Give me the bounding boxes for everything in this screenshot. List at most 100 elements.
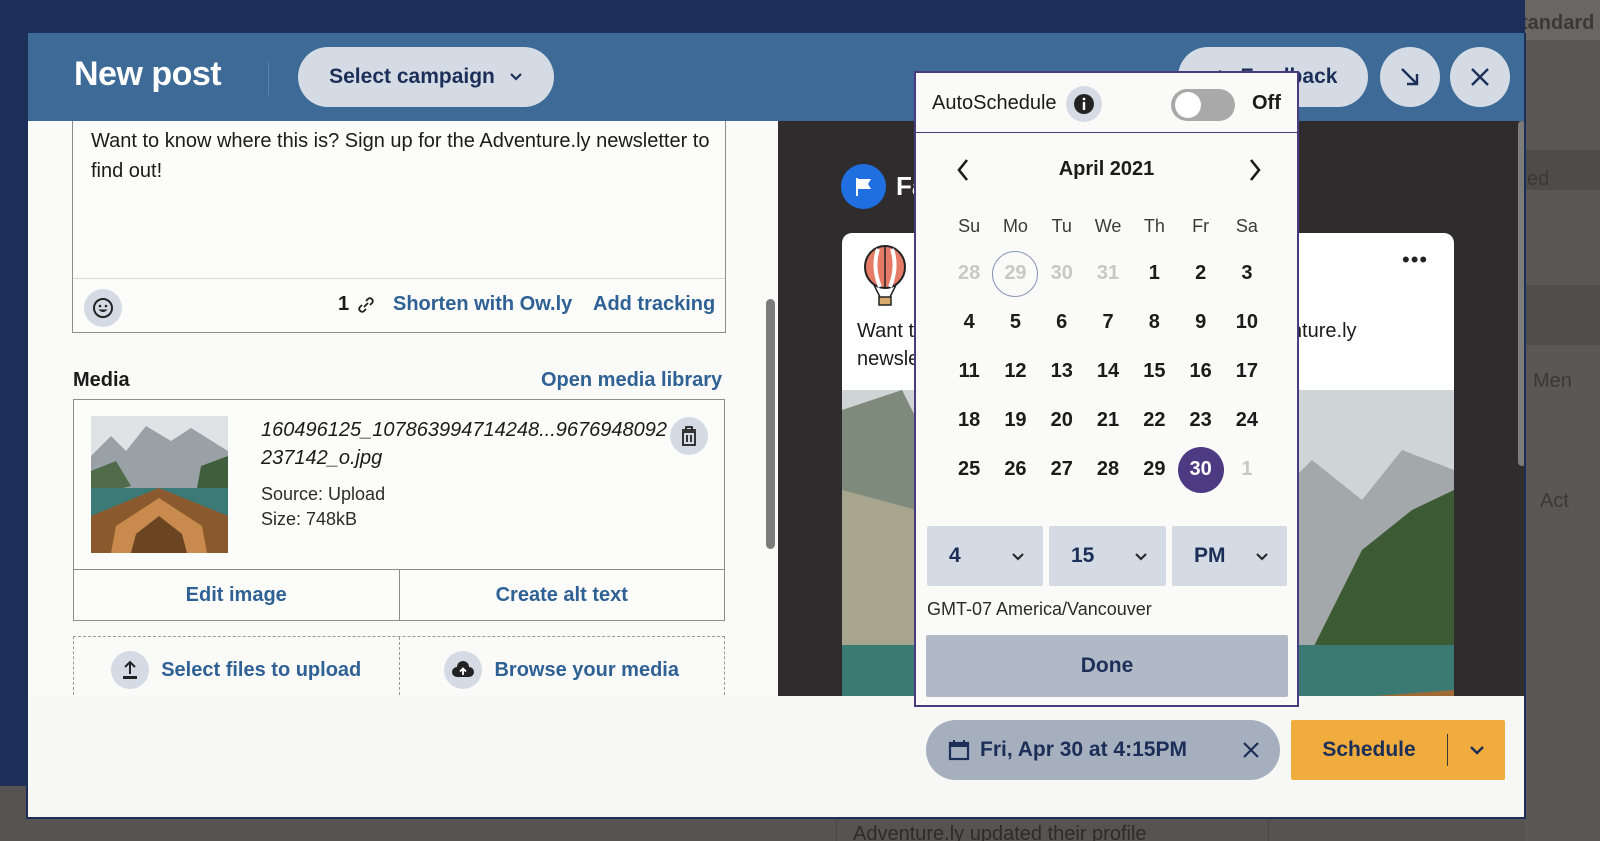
calendar-day[interactable]: 9 xyxy=(1177,298,1223,347)
minimize-button[interactable] xyxy=(1380,47,1440,107)
day-number: 5 xyxy=(1009,311,1021,333)
day-number: 24 xyxy=(1235,409,1259,431)
day-number: 29 xyxy=(1143,458,1166,480)
day-number: 29 xyxy=(1004,262,1027,284)
calendar-day[interactable]: 28 xyxy=(1085,445,1131,494)
edit-image-button[interactable]: Edit image xyxy=(74,570,399,620)
calendar-day[interactable]: 20 xyxy=(1039,396,1085,445)
background-text: Men xyxy=(1533,370,1572,392)
calendar-icon xyxy=(948,740,970,761)
calendar-day[interactable]: 1 xyxy=(1224,445,1270,494)
calendar-day[interactable]: 23 xyxy=(1177,396,1223,445)
info-icon xyxy=(1074,94,1094,114)
calendar-day-today[interactable]: 29 xyxy=(992,249,1039,298)
autoschedule-info-button[interactable] xyxy=(1066,86,1102,122)
minute-value: 15 xyxy=(1071,544,1095,567)
calendar-day[interactable]: 2 xyxy=(1177,249,1223,298)
day-number: 30 xyxy=(1189,458,1212,480)
more-options-icon[interactable]: ••• xyxy=(1402,247,1428,273)
shorten-with-owly-link[interactable]: Shorten with Ow.ly xyxy=(393,293,572,316)
background-text: ed xyxy=(1527,168,1550,190)
calendar-day[interactable]: 25 xyxy=(946,445,992,494)
calendar-day[interactable]: 17 xyxy=(1224,347,1270,396)
calendar-day[interactable]: 15 xyxy=(1131,347,1177,396)
post-text-input[interactable]: Want to know where this is? Sign up for … xyxy=(91,126,711,186)
day-number: 19 xyxy=(1004,409,1027,431)
open-media-library-link[interactable]: Open media library xyxy=(541,369,722,392)
calendar-day[interactable]: 31 xyxy=(1085,249,1131,298)
meridiem-select[interactable]: PM xyxy=(1172,526,1287,586)
media-file-name: 160496125_107863994714248...967694809223… xyxy=(261,419,667,469)
day-number: 9 xyxy=(1195,311,1207,333)
autoschedule-toggle[interactable] xyxy=(1171,89,1235,121)
link-count: 1 xyxy=(338,293,377,316)
calendar-day[interactable]: 3 xyxy=(1224,249,1270,298)
next-month-button[interactable] xyxy=(1240,155,1270,185)
weekday-label: Th xyxy=(1143,216,1165,236)
calendar-day[interactable]: 26 xyxy=(992,445,1038,494)
background-activity-text: Adventure.ly updated their profile xyxy=(853,823,1147,841)
calendar-day[interactable]: 5 xyxy=(992,298,1038,347)
close-button[interactable] xyxy=(1450,47,1510,107)
calendar-day[interactable]: 4 xyxy=(946,298,992,347)
minute-select[interactable]: 15 xyxy=(1049,526,1166,586)
day-number: 6 xyxy=(1056,311,1068,333)
chevron-down-icon xyxy=(1256,552,1268,561)
day-number: 2 xyxy=(1195,262,1207,284)
calendar-day-selected[interactable]: 30 xyxy=(1177,445,1224,494)
calendar-day[interactable]: 11 xyxy=(946,347,992,396)
calendar-day[interactable]: 21 xyxy=(1085,396,1131,445)
calendar-day[interactable]: 22 xyxy=(1131,396,1177,445)
calendar-day[interactable]: 7 xyxy=(1085,298,1131,347)
calendar-day[interactable]: 30 xyxy=(1039,249,1085,298)
select-campaign-button[interactable]: Select campaign xyxy=(298,47,554,107)
composer-scrollbar[interactable] xyxy=(766,299,775,549)
calendar-day[interactable]: 14 xyxy=(1085,347,1131,396)
calendar-day[interactable]: 19 xyxy=(992,396,1038,445)
day-number: 28 xyxy=(958,262,981,284)
schedule-options-button[interactable] xyxy=(1448,745,1505,755)
editor-toolbar: 1 Shorten with Ow.ly Add tracking xyxy=(73,278,725,332)
media-file-meta: Source: Upload Size: 748kB xyxy=(261,482,385,532)
hour-select[interactable]: 4 xyxy=(927,526,1043,586)
meridiem-value: PM xyxy=(1194,544,1226,567)
calendar-day[interactable]: 6 xyxy=(1039,298,1085,347)
link-icon xyxy=(358,296,374,313)
calendar-day[interactable]: 18 xyxy=(946,396,992,445)
post-text-editor[interactable]: Want to know where this is? Sign up for … xyxy=(72,121,726,333)
calendar-day[interactable]: 16 xyxy=(1177,347,1223,396)
schedule-button[interactable]: Schedule xyxy=(1291,720,1505,780)
day-number: 8 xyxy=(1148,311,1160,333)
calendar-day[interactable]: 12 xyxy=(992,347,1038,396)
calendar-day[interactable]: 29 xyxy=(1131,445,1177,494)
day-number: 3 xyxy=(1241,262,1253,284)
day-number: 25 xyxy=(958,458,981,480)
weekday-label: Tu xyxy=(1051,216,1072,236)
emoji-button[interactable] xyxy=(84,289,122,327)
chevron-down-icon xyxy=(510,73,522,81)
calendar-day[interactable]: 28 xyxy=(946,249,992,298)
calendar-day[interactable]: 8 xyxy=(1131,298,1177,347)
day-number: 21 xyxy=(1096,409,1120,431)
day-number: 31 xyxy=(1096,262,1120,284)
close-icon xyxy=(1471,68,1489,86)
done-button[interactable]: Done xyxy=(926,635,1288,697)
preview-scrollbar[interactable] xyxy=(1518,121,1524,466)
toggle-state-label: Off xyxy=(1252,92,1281,114)
day-number: 11 xyxy=(958,360,980,382)
calendar-day[interactable]: 10 xyxy=(1224,298,1270,347)
add-tracking-link[interactable]: Add tracking xyxy=(593,293,715,316)
chevron-down-icon xyxy=(1469,746,1484,755)
day-number: 17 xyxy=(1235,360,1259,382)
browse-media-label: Browse your media xyxy=(494,659,679,681)
calendar-day[interactable]: 13 xyxy=(1039,347,1085,396)
clear-date-icon[interactable] xyxy=(1238,737,1264,763)
calendar-day[interactable]: 24 xyxy=(1224,396,1270,445)
calendar-day[interactable]: 27 xyxy=(1039,445,1085,494)
calendar-day[interactable]: 1 xyxy=(1131,249,1177,298)
media-thumbnail xyxy=(91,416,228,553)
create-alt-text-button[interactable]: Create alt text xyxy=(398,570,725,620)
day-number: 7 xyxy=(1102,311,1114,333)
scheduled-date-pill[interactable]: Fri, Apr 30 at 4:15PM xyxy=(926,720,1280,780)
delete-media-button[interactable] xyxy=(670,417,708,455)
